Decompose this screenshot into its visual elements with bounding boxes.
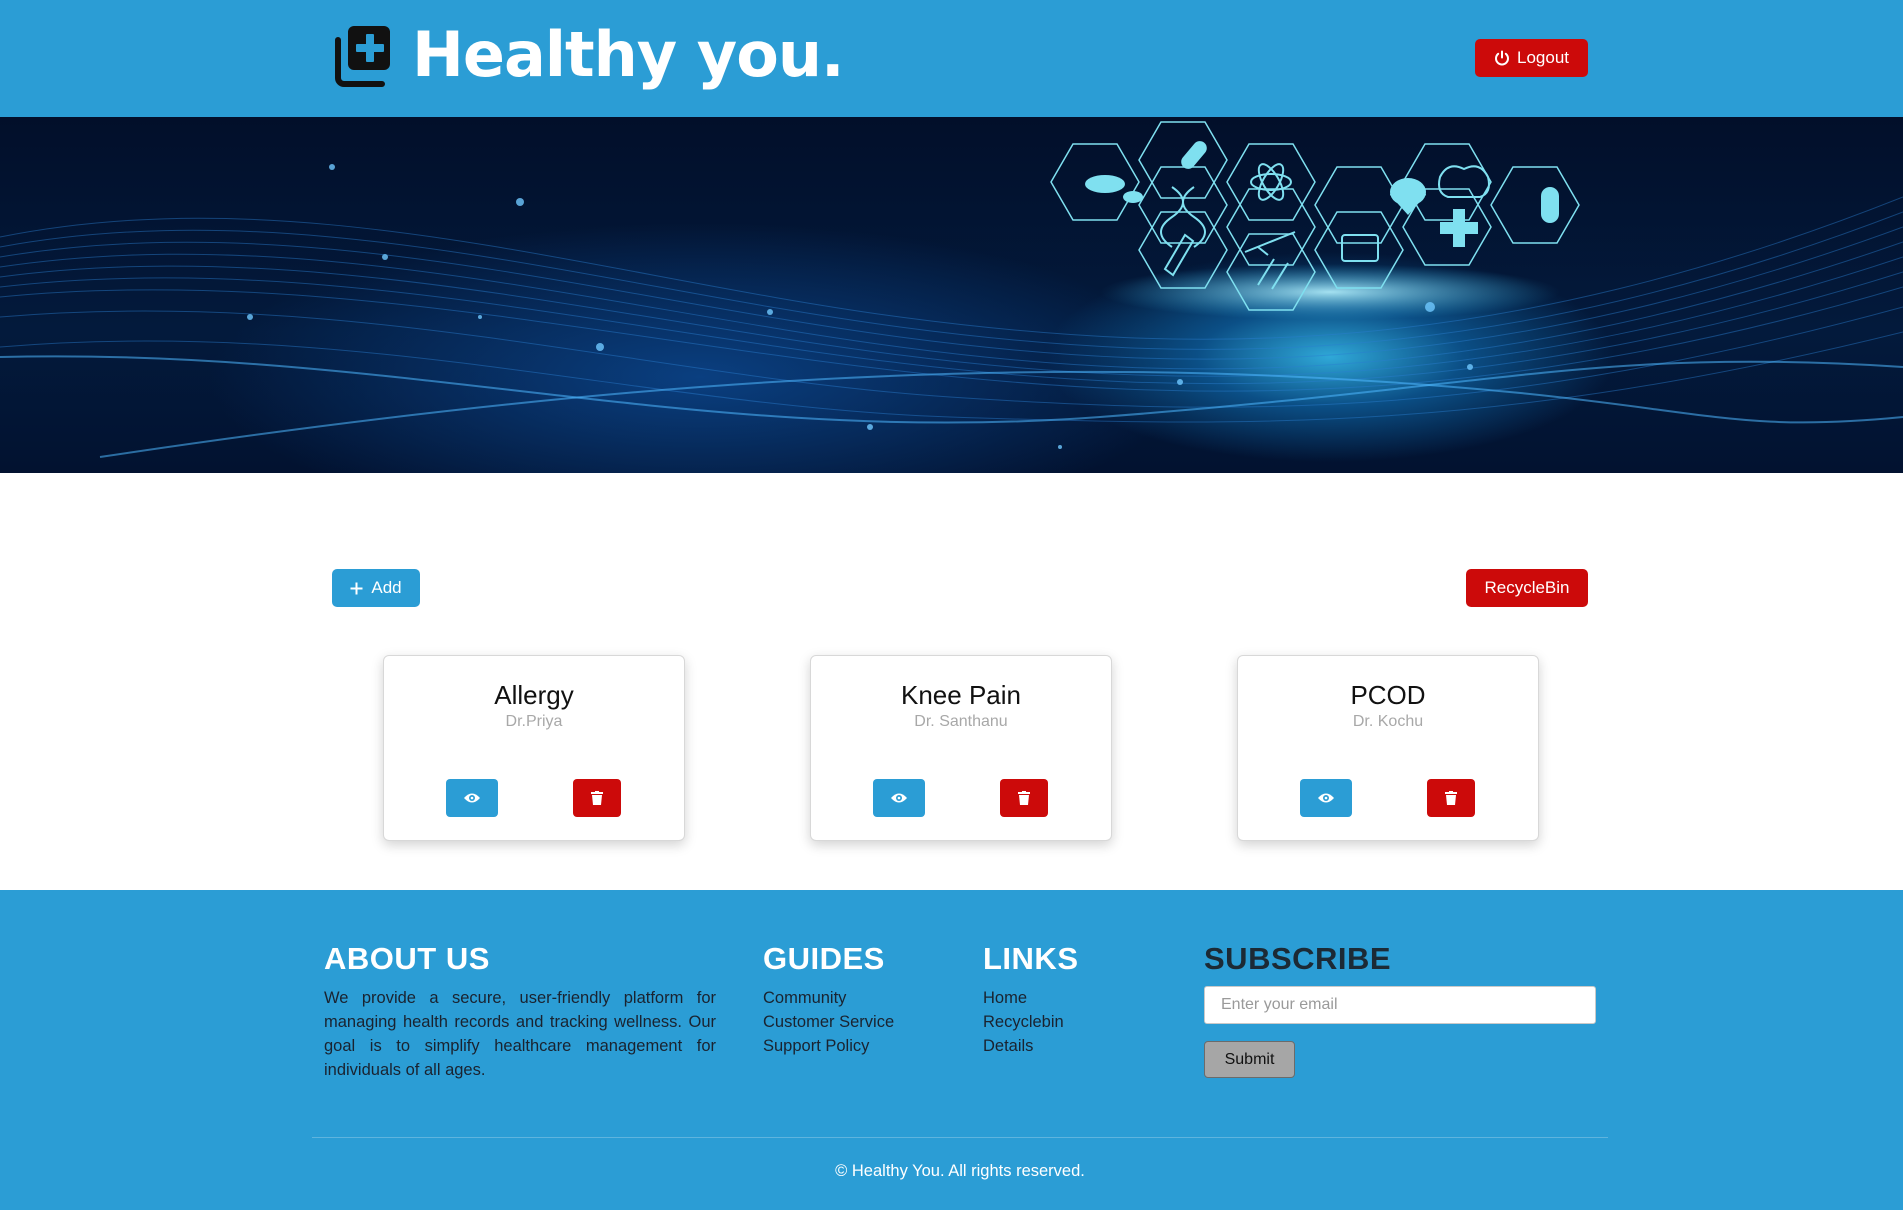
card-doctor: Dr. Santhanu bbox=[914, 713, 1008, 730]
guides-link-community[interactable]: Community bbox=[763, 986, 894, 1010]
heart-icon bbox=[1390, 178, 1426, 215]
footer-guides: GUIDES Community Customer Service Suppor… bbox=[763, 940, 894, 1058]
trash-icon bbox=[591, 791, 603, 805]
card-knee-pain: Knee Pain Dr. Santhanu bbox=[810, 655, 1112, 841]
view-button[interactable] bbox=[873, 779, 925, 817]
brand-title: Healthy you. bbox=[412, 18, 845, 91]
header: Healthy you. Logout bbox=[0, 0, 1903, 117]
thermometer-icon bbox=[1163, 233, 1195, 277]
links-link-home[interactable]: Home bbox=[983, 986, 1079, 1010]
card-allergy: Allergy Dr.Priya bbox=[383, 655, 685, 841]
subscribe-heading: SUBSCRIBE bbox=[1204, 941, 1392, 976]
card-doctor: Dr.Priya bbox=[505, 713, 563, 730]
logout-label: Logout bbox=[1517, 48, 1569, 67]
recyclebin-button[interactable]: RecycleBin bbox=[1466, 569, 1588, 607]
about-text: We provide a secure, user-friendly platf… bbox=[324, 989, 716, 1079]
syringe-icon bbox=[1244, 231, 1296, 256]
power-icon bbox=[1495, 50, 1509, 66]
trash-icon bbox=[1445, 791, 1457, 805]
brand[interactable]: Healthy you. bbox=[330, 18, 845, 91]
submit-button[interactable]: Submit bbox=[1204, 1041, 1295, 1078]
delete-button[interactable] bbox=[1427, 779, 1475, 817]
card-title: Allergy bbox=[494, 680, 574, 710]
eye-icon bbox=[891, 793, 907, 803]
footer-about: ABOUT US We provide a secure, user-frien… bbox=[324, 940, 716, 1082]
delete-button[interactable] bbox=[1000, 779, 1048, 817]
eye-icon bbox=[464, 793, 480, 803]
email-input[interactable]: Enter your email bbox=[1204, 986, 1596, 1024]
about-heading: ABOUT US bbox=[324, 941, 490, 976]
logout-button[interactable]: Logout bbox=[1475, 39, 1588, 77]
links-link-recyclebin[interactable]: Recyclebin bbox=[983, 1010, 1079, 1034]
view-button[interactable] bbox=[446, 779, 498, 817]
footer-links: LINKS Home Recyclebin Details bbox=[983, 940, 1079, 1058]
add-button[interactable]: Add bbox=[332, 569, 420, 607]
delete-button[interactable] bbox=[573, 779, 621, 817]
card-doctor: Dr. Kochu bbox=[1352, 713, 1424, 730]
trash-icon bbox=[1018, 791, 1030, 805]
card-title: Knee Pain bbox=[901, 680, 1021, 710]
footer-subscribe: SUBSCRIBE Enter your email Submit bbox=[1204, 940, 1596, 1078]
pill-icon bbox=[1541, 187, 1559, 223]
footer: ABOUT US We provide a secure, user-frien… bbox=[0, 890, 1903, 1210]
hero-banner bbox=[0, 117, 1903, 473]
atom-icon bbox=[1250, 173, 1292, 191]
guides-link-customer-service[interactable]: Customer Service bbox=[763, 1010, 894, 1034]
footer-divider bbox=[312, 1137, 1608, 1138]
card-pcod: PCOD Dr. Kochu bbox=[1237, 655, 1539, 841]
plus-icon bbox=[350, 582, 363, 594]
guides-link-support-policy[interactable]: Support Policy bbox=[763, 1034, 894, 1058]
pills-icon bbox=[1085, 175, 1125, 193]
card-title: PCOD bbox=[1350, 680, 1426, 710]
add-label: Add bbox=[371, 578, 402, 597]
guides-heading: GUIDES bbox=[763, 941, 885, 976]
links-heading: LINKS bbox=[983, 941, 1079, 976]
monitor-icon bbox=[1341, 234, 1379, 262]
medical-plus-icon bbox=[335, 26, 390, 87]
view-button[interactable] bbox=[1300, 779, 1352, 817]
brain-icon bbox=[1438, 165, 1490, 198]
page: Healthy you. Logout Add RecycleBin Aller… bbox=[0, 0, 1903, 1210]
copyright-text: © Healthy You. All rights reserved. bbox=[835, 1162, 1085, 1180]
eye-icon bbox=[1318, 793, 1334, 803]
medical-technology-banner bbox=[0, 121, 1903, 458]
links-link-details[interactable]: Details bbox=[983, 1034, 1079, 1058]
